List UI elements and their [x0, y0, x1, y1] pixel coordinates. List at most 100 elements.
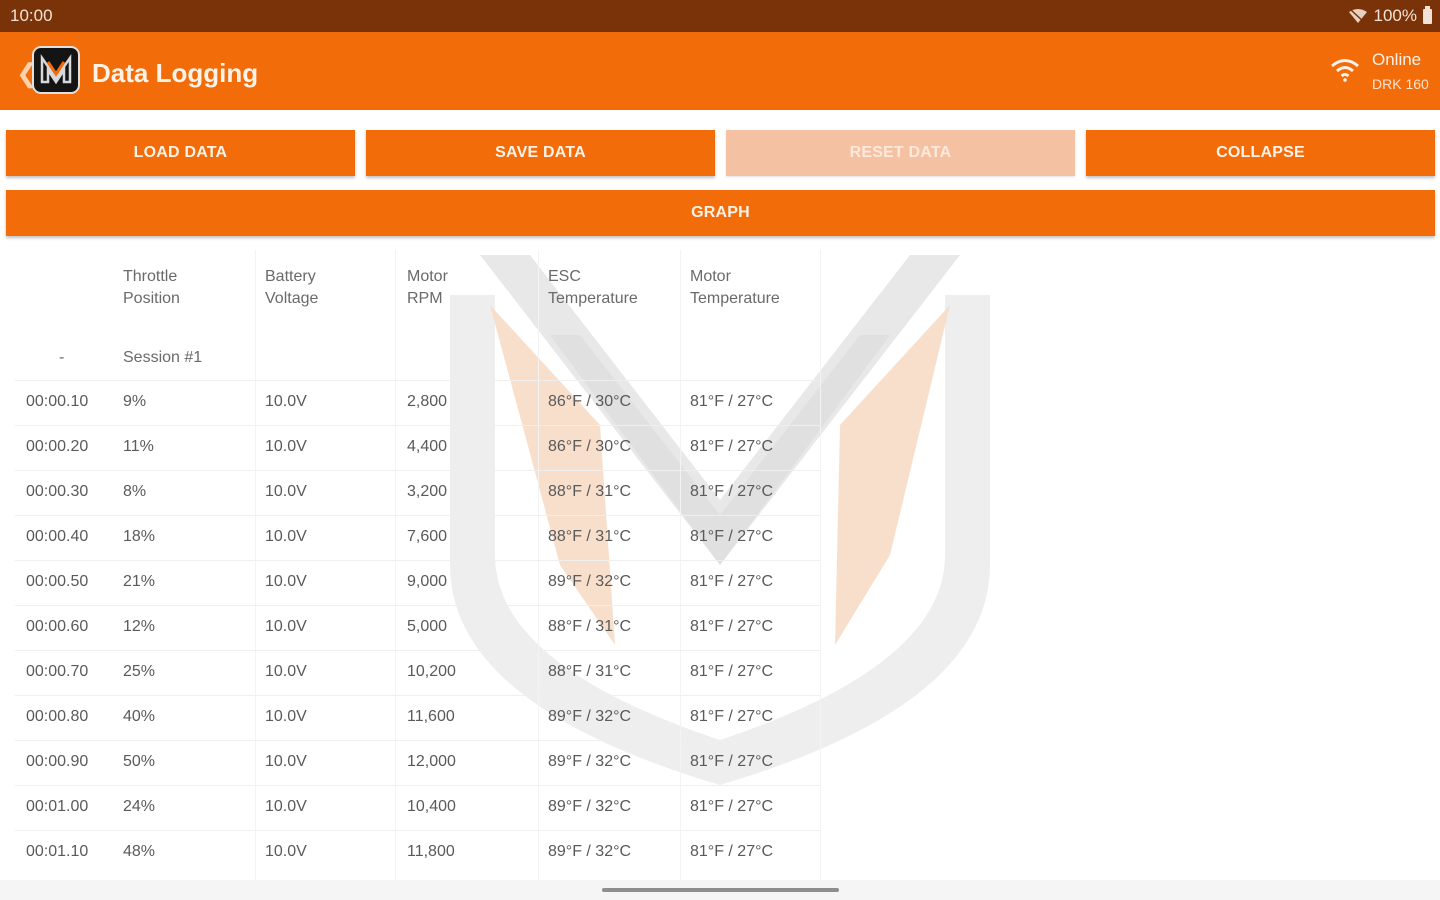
- cell-battery: 10.0V: [265, 528, 307, 545]
- cell-esc-temp: 89°F / 32°C: [548, 798, 632, 815]
- cell-time: 00:00.90: [26, 753, 89, 770]
- cell-throttle: 9%: [123, 393, 147, 410]
- cell-time: 00:00.80: [26, 708, 89, 725]
- collapse-button[interactable]: COLLAPSE: [1086, 130, 1435, 176]
- cell-esc-temp: 86°F / 30°C: [548, 393, 632, 410]
- app-logo-icon[interactable]: [32, 46, 80, 94]
- header-motor-temperature: Motor Temperature: [690, 266, 780, 310]
- cell-throttle: 25%: [123, 663, 156, 680]
- cell-battery: 10.0V: [265, 843, 307, 860]
- table-row: 00:00.90 50% 10.0V 12,000 89°F / 32°C 81…: [15, 740, 820, 786]
- cell-throttle: 48%: [123, 843, 156, 860]
- header-line: Temperature: [548, 290, 638, 307]
- system-status-bar: 10:00 100%: [0, 0, 1440, 32]
- table-row: 00:00.20 11% 10.0V 4,400 86°F / 30°C 81°…: [15, 425, 820, 471]
- cell-battery: 10.0V: [265, 798, 307, 815]
- column-divider: [820, 250, 821, 880]
- save-data-button[interactable]: SAVE DATA: [366, 130, 715, 176]
- cell-throttle: 21%: [123, 573, 156, 590]
- cell-time: 00:01.10: [26, 843, 89, 860]
- cell-throttle: 11%: [123, 438, 154, 455]
- header-line: RPM: [407, 290, 443, 307]
- cell-battery: 10.0V: [265, 663, 307, 680]
- session-label: Session #1: [123, 349, 203, 366]
- cell-esc-temp: 88°F / 31°C: [548, 483, 632, 500]
- header-line: Motor: [690, 268, 731, 285]
- connection-status: Online: [1372, 50, 1422, 69]
- home-gesture-handle[interactable]: [602, 888, 839, 892]
- table-row: 00:00.70 25% 10.0V 10,200 88°F / 31°C 81…: [15, 650, 820, 696]
- header-line: Position: [123, 290, 180, 307]
- cell-throttle: 12%: [123, 618, 156, 635]
- cell-rpm: 5,000: [407, 618, 448, 635]
- cell-esc-temp: 89°F / 32°C: [548, 753, 632, 770]
- cell-rpm: 7,600: [407, 528, 448, 545]
- cell-motor-temp: 81°F / 27°C: [690, 753, 774, 770]
- table-row: 00:00.80 40% 10.0V 11,600 89°F / 32°C 81…: [15, 695, 820, 741]
- cell-rpm: 11,800: [407, 843, 455, 860]
- table-row: 00:00.60 12% 10.0V 5,000 88°F / 31°C 81°…: [15, 605, 820, 651]
- status-time: 10:00: [10, 6, 53, 25]
- cell-time: 00:00.10: [26, 393, 89, 410]
- header-line: Motor: [407, 268, 448, 285]
- cell-motor-temp: 81°F / 27°C: [690, 483, 774, 500]
- cell-throttle: 8%: [123, 483, 147, 500]
- cell-esc-temp: 88°F / 31°C: [548, 528, 632, 545]
- cell-battery: 10.0V: [265, 708, 307, 725]
- table-row: 00:00.30 8% 10.0V 3,200 88°F / 31°C 81°F…: [15, 470, 820, 516]
- cell-rpm: 12,000: [407, 753, 456, 770]
- cell-motor-temp: 81°F / 27°C: [690, 438, 774, 455]
- graph-button[interactable]: GRAPH: [6, 190, 1435, 236]
- table-row: 00:00.10 9% 10.0V 2,800 86°F / 30°C 81°F…: [15, 380, 820, 426]
- cell-rpm: 2,800: [407, 393, 448, 410]
- header-motor-rpm: Motor RPM: [407, 266, 448, 310]
- header-line: Voltage: [265, 290, 319, 307]
- app-bar: ❮ Data Logging Online DRK 160: [0, 32, 1440, 110]
- cell-esc-temp: 89°F / 32°C: [548, 573, 632, 590]
- cell-throttle: 50%: [123, 753, 156, 770]
- session-marker: -: [59, 349, 65, 366]
- cell-throttle: 40%: [123, 708, 156, 725]
- table-row: 00:01.10 48% 10.0V 11,800 89°F / 32°C 81…: [15, 830, 820, 876]
- cell-rpm: 9,000: [407, 573, 448, 590]
- header-line: Battery: [265, 268, 316, 285]
- cell-battery: 10.0V: [265, 483, 307, 500]
- cell-motor-temp: 81°F / 27°C: [690, 663, 774, 680]
- cell-battery: 10.0V: [265, 753, 307, 770]
- cell-battery: 10.0V: [265, 393, 307, 410]
- cell-time: 00:00.60: [26, 618, 89, 635]
- system-nav-bar: [0, 880, 1440, 900]
- cell-battery: 10.0V: [265, 573, 307, 590]
- table-row: 00:00.50 21% 10.0V 9,000 89°F / 32°C 81°…: [15, 560, 820, 606]
- cell-throttle: 18%: [123, 528, 156, 545]
- battery-icon: [1423, 5, 1432, 24]
- header-battery-voltage: Battery Voltage: [265, 266, 318, 310]
- header-esc-temperature: ESC Temperature: [548, 266, 638, 310]
- cell-throttle: 24%: [123, 798, 156, 815]
- cell-motor-temp: 81°F / 27°C: [690, 618, 774, 635]
- cell-time: 00:00.20: [26, 438, 89, 455]
- table-row: 00:00.40 18% 10.0V 7,600 88°F / 31°C 81°…: [15, 515, 820, 561]
- cell-rpm: 11,600: [407, 708, 455, 725]
- header-throttle-position: Throttle Position: [123, 266, 180, 310]
- cell-time: 00:00.50: [26, 573, 89, 590]
- cell-rpm: 4,400: [407, 438, 448, 455]
- cell-time: 00:01.00: [26, 798, 89, 815]
- header-line: Throttle: [123, 268, 178, 285]
- cell-rpm: 10,400: [407, 798, 456, 815]
- cell-motor-temp: 81°F / 27°C: [690, 393, 774, 410]
- header-line: ESC: [548, 268, 581, 285]
- cell-motor-temp: 81°F / 27°C: [690, 708, 774, 725]
- cell-battery: 10.0V: [265, 438, 307, 455]
- header-line: Temperature: [690, 290, 780, 307]
- cell-esc-temp: 88°F / 31°C: [548, 663, 632, 680]
- cell-rpm: 3,200: [407, 483, 448, 500]
- cell-motor-temp: 81°F / 27°C: [690, 843, 774, 860]
- cell-esc-temp: 86°F / 30°C: [548, 438, 632, 455]
- cell-time: 00:00.30: [26, 483, 89, 500]
- reset-data-button[interactable]: RESET DATA: [726, 130, 1075, 176]
- logo-mark-icon: [40, 54, 72, 85]
- wifi-icon: [1331, 59, 1359, 82]
- cell-time: 00:00.70: [26, 663, 89, 680]
- load-data-button[interactable]: LOAD DATA: [6, 130, 355, 176]
